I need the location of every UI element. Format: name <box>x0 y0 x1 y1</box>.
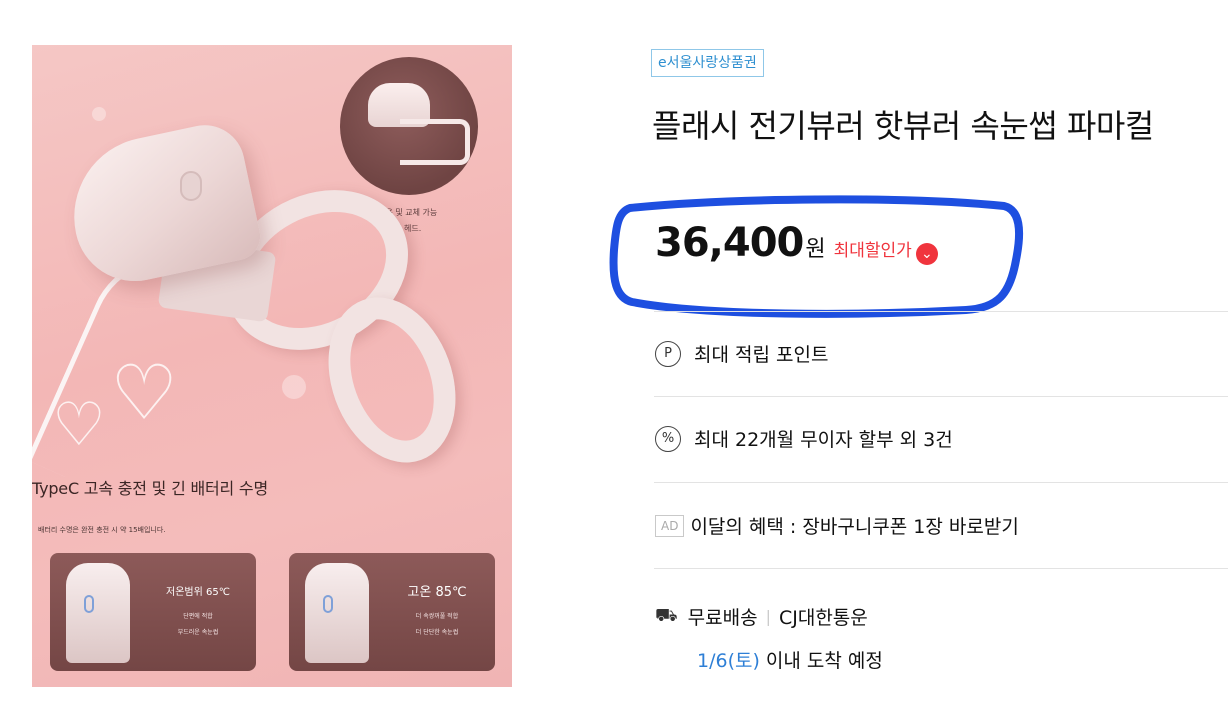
decor-bubble <box>92 107 106 121</box>
truck-icon: ⛟ <box>655 604 678 626</box>
installment-text: 최대 22개월 무이자 할부 외 3건 <box>694 429 953 451</box>
price-amount: 36,400 <box>655 220 804 266</box>
card-line: 더 단단한 속눈썹 <box>415 629 459 636</box>
decor-bubble <box>282 375 306 399</box>
ad-label: AD <box>655 514 685 537</box>
price-row: 36,400 원 최대할인가 ⌄ <box>655 220 938 270</box>
low-temp-card: 저온범위 65℃ 단편에 적합 부드러운 속눈썹 <box>50 553 256 671</box>
ad-benefit-row[interactable]: AD 이달의 혜택 : 장바구니쿠폰 1장 바로받기 <box>655 512 1019 539</box>
divider <box>654 396 1228 397</box>
heart-icon: ♡ <box>110 348 179 437</box>
percent-icon: % <box>655 425 681 452</box>
high-temp-card: 고온 85℃ 더 속쌍꺼풀 적합 더 단단한 속눈썹 <box>289 553 495 671</box>
separator: | <box>765 607 771 626</box>
carrier-text: CJ대한통운 <box>778 607 868 629</box>
card-curler-graphic <box>66 563 130 663</box>
arrival-text: 이내 도착 예정 <box>759 650 883 672</box>
chevron-down-icon[interactable]: ⌄ <box>915 243 938 265</box>
divider <box>654 311 1228 312</box>
card-title: 고온 85℃ <box>407 585 467 600</box>
product-title: 플래시 전기뷰러 핫뷰러 속눈썹 파마컬 <box>652 107 1154 145</box>
shipping-text: 무료배송 <box>687 607 758 629</box>
points-row[interactable]: P 최대 적립 포인트 <box>655 340 828 367</box>
ad-benefit-text[interactable]: 이달의 혜택 : 장바구니쿠폰 1장 바로받기 <box>690 512 1018 539</box>
image-subline: 배터리 수명은 완전 충전 시 약 15배입니다. <box>38 526 166 534</box>
shipping-row: ⛟ 무료배송 | CJ대한통운 <box>655 603 868 630</box>
divider <box>654 482 1228 483</box>
max-discount-link[interactable]: 최대할인가 <box>834 236 912 261</box>
voucher-badge[interactable]: e서울사랑상품권 <box>651 49 764 77</box>
card-title: 저온범위 65℃ <box>166 587 230 598</box>
product-image[interactable]: 휴대용 및 교체 가능 가열 헤드. ♡ ♡ TypeC 고속 충전 및 긴 배… <box>32 45 512 687</box>
card-line: 단편에 적합 <box>183 613 213 620</box>
points-text: 최대 적립 포인트 <box>694 344 829 366</box>
arrival-date: 1/6(토) <box>697 650 760 672</box>
power-button-graphic <box>180 171 202 201</box>
price-unit: 원 <box>805 237 826 262</box>
points-icon: P <box>655 340 681 367</box>
card-line: 부드러운 속눈썹 <box>177 629 219 636</box>
indicator-light-icon <box>323 595 333 613</box>
card-line: 더 속쌍꺼풀 적합 <box>415 613 459 620</box>
card-curler-graphic <box>305 563 369 663</box>
arrival-estimate: 1/6(토) 이내 도착 예정 <box>697 646 883 673</box>
inset-detail-circle <box>340 57 478 195</box>
installment-row[interactable]: % 최대 22개월 무이자 할부 외 3건 <box>655 425 953 452</box>
inset-curler-frame <box>400 119 470 165</box>
heart-icon: ♡ <box>52 390 106 460</box>
indicator-light-icon <box>84 595 94 613</box>
image-headline: TypeC 고속 충전 및 긴 배터리 수명 <box>32 479 268 498</box>
divider <box>654 568 1228 569</box>
